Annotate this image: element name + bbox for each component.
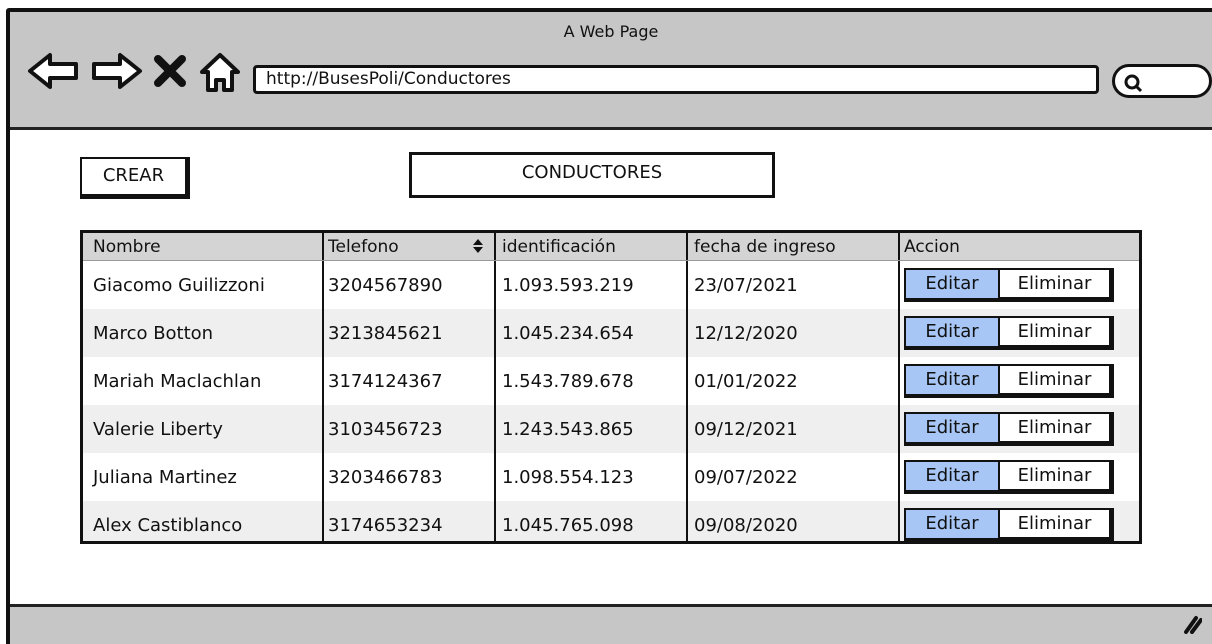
row-actions: Editar Eliminar <box>904 316 1114 350</box>
resize-grip-icon[interactable] <box>1180 612 1203 638</box>
cell-nombre: Mariah Maclachlan <box>83 357 324 405</box>
status-bar <box>10 604 1212 644</box>
cell-telefono: 3103456723 <box>324 405 496 453</box>
cell-fecha: 12/12/2020 <box>688 309 900 357</box>
forward-arrow-icon[interactable] <box>88 50 144 92</box>
cell-accion: Editar Eliminar <box>900 309 1139 357</box>
row-actions: Editar Eliminar <box>904 268 1114 302</box>
cell-telefono: 3204567890 <box>324 261 496 309</box>
edit-button[interactable]: Editar <box>904 508 1000 541</box>
table-row: Juliana Martinez 3203466783 1.098.554.12… <box>83 453 1139 501</box>
column-header-label: Telefono <box>328 236 399 257</box>
table-row: Marco Botton 3213845621 1.045.234.654 12… <box>83 309 1139 357</box>
table-row: Mariah Maclachlan 3174124367 1.543.789.6… <box>83 357 1139 405</box>
row-actions: Editar Eliminar <box>904 364 1114 398</box>
cell-nombre: Giacomo Guilizzoni <box>83 261 324 309</box>
table-header: Nombre Telefono identificación fecha de … <box>83 233 1139 261</box>
cell-telefono: 3213845621 <box>324 309 496 357</box>
cell-accion: Editar Eliminar <box>900 453 1139 501</box>
cell-nombre: Marco Botton <box>83 309 324 357</box>
search-icon <box>1124 74 1143 93</box>
table-row: Valerie Liberty 3103456723 1.243.543.865… <box>83 405 1139 453</box>
edit-button[interactable]: Editar <box>904 460 1000 494</box>
search-input[interactable] <box>1112 64 1212 98</box>
cell-fecha: 09/12/2021 <box>688 405 900 453</box>
cell-identificacion: 1.045.765.098 <box>496 501 688 541</box>
delete-button[interactable]: Eliminar <box>1000 268 1114 302</box>
cell-accion: Editar Eliminar <box>900 405 1139 453</box>
cell-nombre: Juliana Martinez <box>83 453 324 501</box>
cell-identificacion: 1.045.234.654 <box>496 309 688 357</box>
delete-button[interactable]: Eliminar <box>1000 460 1114 494</box>
back-arrow-icon[interactable] <box>26 50 82 92</box>
cell-nombre: Alex Castiblanco <box>83 501 324 541</box>
cell-accion: Editar Eliminar <box>900 261 1139 309</box>
drivers-table: Nombre Telefono identificación fecha de … <box>80 230 1142 544</box>
page-title: CONDUCTORES <box>409 152 775 198</box>
row-actions: Editar Eliminar <box>904 412 1114 446</box>
cell-fecha: 01/01/2022 <box>688 357 900 405</box>
window-title: A Web Page <box>563 22 659 41</box>
column-header-identificacion[interactable]: identificación <box>496 233 688 260</box>
edit-button[interactable]: Editar <box>904 316 1000 350</box>
edit-button[interactable]: Editar <box>904 268 1000 302</box>
table-row: Giacomo Guilizzoni 3204567890 1.093.593.… <box>83 261 1139 309</box>
cell-identificacion: 1.093.593.219 <box>496 261 688 309</box>
cell-identificacion: 1.243.543.865 <box>496 405 688 453</box>
sort-updown-icon[interactable] <box>472 238 484 259</box>
cell-fecha: 09/07/2022 <box>688 453 900 501</box>
close-icon[interactable] <box>150 50 190 92</box>
create-button[interactable]: CREAR <box>80 157 190 199</box>
edit-button[interactable]: Editar <box>904 412 1000 446</box>
column-header-fecha[interactable]: fecha de ingreso <box>688 233 900 260</box>
edit-button[interactable]: Editar <box>904 364 1000 398</box>
home-icon[interactable] <box>198 50 242 94</box>
delete-button[interactable]: Eliminar <box>1000 364 1114 398</box>
cell-telefono: 3174124367 <box>324 357 496 405</box>
table-row: Alex Castiblanco 3174653234 1.045.765.09… <box>83 501 1139 541</box>
cell-identificacion: 1.098.554.123 <box>496 453 688 501</box>
delete-button[interactable]: Eliminar <box>1000 412 1114 446</box>
delete-button[interactable]: Eliminar <box>1000 316 1114 350</box>
url-input[interactable]: http://BusesPoli/Conductores <box>253 65 1099 94</box>
row-actions: Editar Eliminar <box>904 460 1114 494</box>
browser-toolbar: A Web Page http://BusesPoli/Conductores <box>10 12 1212 130</box>
cell-accion: Editar Eliminar <box>900 501 1139 541</box>
column-header-nombre[interactable]: Nombre <box>83 233 324 260</box>
cell-identificacion: 1.543.789.678 <box>496 357 688 405</box>
row-actions: Editar Eliminar <box>904 508 1114 541</box>
cell-fecha: 09/08/2020 <box>688 501 900 541</box>
cell-accion: Editar Eliminar <box>900 357 1139 405</box>
column-header-accion: Accion <box>904 236 960 257</box>
delete-button[interactable]: Eliminar <box>1000 508 1114 541</box>
browser-window: A Web Page http://BusesPoli/Conductores … <box>6 8 1212 644</box>
cell-fecha: 23/07/2021 <box>688 261 900 309</box>
cell-telefono: 3203466783 <box>324 453 496 501</box>
cell-nombre: Valerie Liberty <box>83 405 324 453</box>
column-header-telefono[interactable]: Telefono <box>324 233 496 260</box>
cell-telefono: 3174653234 <box>324 501 496 541</box>
